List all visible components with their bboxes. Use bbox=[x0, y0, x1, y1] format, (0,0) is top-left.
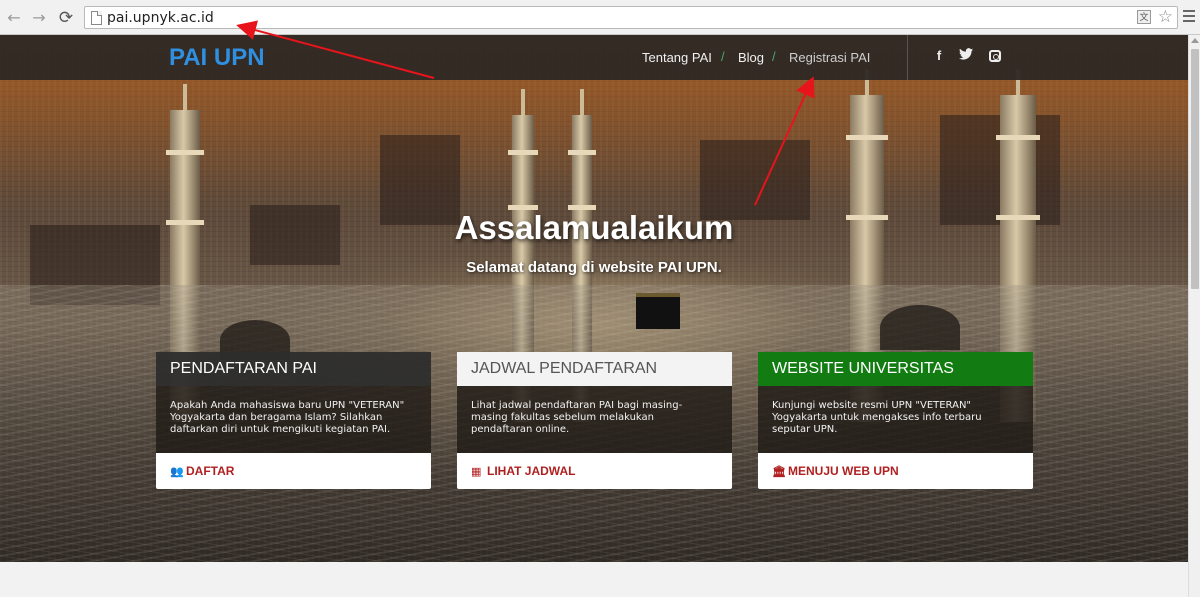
url-text[interactable]: pai.upnyk.ac.id bbox=[107, 10, 214, 26]
lihat-jadwal-button[interactable]: ▦ LIHAT JADWAL bbox=[457, 453, 732, 489]
page-below-fold bbox=[0, 562, 1188, 597]
card-action-label: DAFTAR bbox=[186, 464, 235, 478]
browser-toolbar: ← → ⟳ pai.upnyk.ac.id 文 ☆ bbox=[0, 0, 1200, 35]
university-icon: 🏛 bbox=[772, 465, 786, 478]
hero-subtitle: Selamat datang di website PAI UPN. bbox=[466, 259, 722, 276]
scroll-thumb[interactable] bbox=[1191, 49, 1199, 289]
card-action-label: LIHAT JADWAL bbox=[487, 464, 576, 478]
card-pendaftaran: PENDAFTARAN PAI Apakah Anda mahasiswa ba… bbox=[156, 352, 431, 489]
site-logo[interactable]: PAI UPN bbox=[169, 44, 265, 72]
card-title: PENDAFTARAN PAI bbox=[156, 352, 431, 386]
menuju-web-upn-button[interactable]: 🏛 MENUJU WEB UPN bbox=[758, 453, 1033, 489]
users-icon: 👥 bbox=[170, 465, 184, 478]
card-description: Apakah Anda mahasiswa baru UPN "VETERAN"… bbox=[156, 386, 431, 453]
facebook-icon[interactable]: f bbox=[931, 48, 947, 64]
back-icon[interactable]: ← bbox=[4, 8, 24, 28]
reload-icon[interactable]: ⟳ bbox=[56, 8, 76, 28]
web-page: PAI UPN Tentang PAI / Blog / Registrasi … bbox=[0, 35, 1188, 597]
kaaba-image bbox=[636, 293, 680, 329]
header-divider bbox=[907, 35, 908, 80]
twitter-icon[interactable] bbox=[958, 48, 974, 64]
card-title: JADWAL PENDAFTARAN bbox=[457, 352, 732, 386]
card-title: WEBSITE UNIVERSITAS bbox=[758, 352, 1033, 386]
site-navbar: PAI UPN Tentang PAI / Blog / Registrasi … bbox=[0, 35, 1188, 80]
card-jadwal: JADWAL PENDAFTARAN Lihat jadwal pendafta… bbox=[457, 352, 732, 489]
scroll-up-icon[interactable] bbox=[1191, 38, 1199, 43]
page-scrollbar[interactable] bbox=[1188, 35, 1200, 597]
daftar-button[interactable]: 👥 DAFTAR bbox=[156, 453, 431, 489]
calendar-icon: ▦ bbox=[471, 465, 482, 478]
hero-title: Assalamualaikum bbox=[454, 209, 734, 246]
page-icon bbox=[91, 11, 102, 25]
card-description: Lihat jadwal pendaftaran PAI bagi masing… bbox=[457, 386, 732, 453]
nav-tentang-pai[interactable]: Tentang PAI bbox=[642, 50, 712, 65]
forward-icon[interactable]: → bbox=[29, 8, 49, 28]
browser-menu-icon[interactable] bbox=[1183, 10, 1195, 24]
nav-separator: / bbox=[772, 49, 776, 64]
nav-separator: / bbox=[721, 49, 725, 64]
card-website: WEBSITE UNIVERSITAS Kunjungi website res… bbox=[758, 352, 1033, 489]
instagram-icon[interactable] bbox=[989, 50, 1001, 62]
card-action-label: MENUJU WEB UPN bbox=[788, 464, 899, 478]
translate-icon[interactable]: 文 bbox=[1137, 10, 1151, 24]
card-description: Kunjungi website resmi UPN "VETERAN" Yog… bbox=[758, 386, 1033, 453]
nav-registrasi-pai[interactable]: Registrasi PAI bbox=[789, 50, 870, 65]
nav-blog[interactable]: Blog bbox=[738, 50, 764, 65]
address-bar[interactable]: pai.upnyk.ac.id 文 ☆ bbox=[84, 6, 1178, 29]
bookmark-star-icon[interactable]: ☆ bbox=[1158, 7, 1173, 27]
